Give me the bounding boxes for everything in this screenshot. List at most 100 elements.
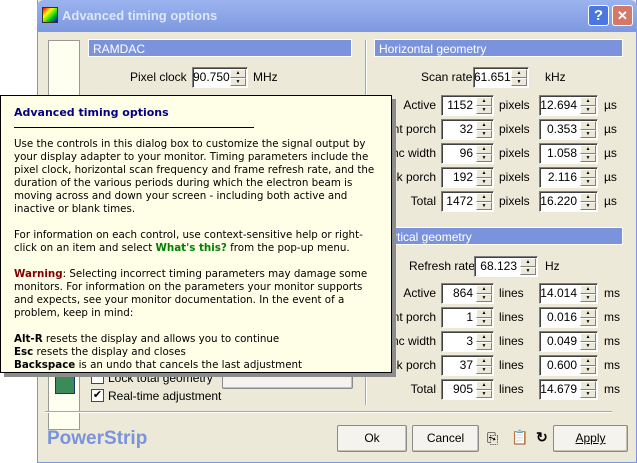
vertical-count-spinner[interactable]: ▲ ▼ <box>476 333 492 350</box>
vertical-count-spinner[interactable]: ▲ ▼ <box>476 309 492 326</box>
vertical-time-input[interactable]: 14.679 ▲ ▼ <box>539 379 598 400</box>
horizontal-time-spinner[interactable]: ▲ ▼ <box>580 145 596 162</box>
vertical-time-spinner[interactable]: ▲ ▼ <box>580 357 596 374</box>
horizontal-count-spinner[interactable]: ▲ ▼ <box>476 121 492 138</box>
tooltip-paragraph: For information on each control, use con… <box>14 229 363 254</box>
vertical-time-spinner[interactable]: ▲ ▼ <box>580 333 596 350</box>
vertical-count-unit: lines <box>499 286 524 300</box>
vertical-count-unit: lines <box>499 358 524 372</box>
horizontal-count-unit: pixels <box>499 170 530 184</box>
scan-rate-input[interactable]: 61.651 ▲ ▼ <box>473 67 529 88</box>
apply-button[interactable]: Apply <box>553 425 628 452</box>
horizontal-count-unit: pixels <box>499 146 530 160</box>
horizontal-count-spinner[interactable]: ▲ ▼ <box>476 145 492 162</box>
lock-total-geometry-label: Lock total geometry <box>108 371 213 385</box>
horizontal-count-input[interactable]: 1472 ▲ ▼ <box>441 191 494 212</box>
app-icon <box>42 7 58 23</box>
horizontal-time-input[interactable]: 12.694 ▲ ▼ <box>539 95 598 116</box>
horizontal-geometry-header: Horizontal geometry <box>374 39 623 57</box>
refresh-rate-unit: Hz <box>545 259 560 273</box>
refresh-rate-input[interactable]: 68.123 ▲ ▼ <box>474 256 538 277</box>
close-button[interactable]: ✕ <box>612 5 633 26</box>
horizontal-count-unit: pixels <box>499 194 530 208</box>
horizontal-count-input[interactable]: 32 ▲ ▼ <box>441 119 494 140</box>
whats-this-link: What's this? <box>155 242 227 254</box>
pixel-clock-input[interactable]: 90.750 ▲ ▼ <box>192 67 248 88</box>
vertical-time-unit: ms <box>604 358 620 372</box>
vertical-count-spinner[interactable]: ▲ ▼ <box>476 381 492 398</box>
pixel-clock-spinner[interactable]: ▲ ▼ <box>230 69 246 86</box>
vertical-time-spinner[interactable]: ▲ ▼ <box>580 309 596 326</box>
undo-icon[interactable]: ↻ <box>536 429 548 446</box>
pixel-clock-label: Pixel clock <box>130 70 187 84</box>
pixel-clock-unit: MHz <box>253 70 278 84</box>
tooltip-rule <box>14 127 254 128</box>
copy-icon[interactable]: ⎘ <box>487 430 498 447</box>
horizontal-count-input[interactable]: 96 ▲ ▼ <box>441 143 494 164</box>
vertical-time-unit: ms <box>604 310 620 324</box>
divider-horizontal <box>45 411 612 413</box>
tooltip-paragraph: Use the controls in this dialog box to c… <box>14 138 375 215</box>
horizontal-time-spinner[interactable]: ▲ ▼ <box>580 193 596 210</box>
vertical-time-unit: ms <box>604 382 620 396</box>
horizontal-count-input[interactable]: 1152 ▲ ▼ <box>441 95 494 116</box>
horizontal-time-unit: µs <box>604 170 617 184</box>
vertical-time-unit: ms <box>604 286 620 300</box>
scan-rate-unit: kHz <box>545 70 566 84</box>
vertical-count-unit: lines <box>499 382 524 396</box>
vertical-count-input[interactable]: 3 ▲ ▼ <box>441 331 494 352</box>
window-title: Advanced timing options <box>62 8 218 23</box>
horizontal-count-spinner[interactable]: ▲ ▼ <box>476 169 492 186</box>
vertical-time-input[interactable]: 0.016 ▲ ▼ <box>539 307 598 328</box>
vertical-count-spinner[interactable]: ▲ ▼ <box>476 357 492 374</box>
ok-button[interactable]: Ok <box>337 425 407 452</box>
paste-icon[interactable]: 📋 <box>511 429 528 446</box>
horizontal-time-unit: µs <box>604 98 617 112</box>
horizontal-count-unit: pixels <box>499 122 530 136</box>
scan-rate-spinner[interactable]: ▲ ▼ <box>511 69 527 86</box>
vertical-time-input[interactable]: 0.600 ▲ ▼ <box>539 355 598 376</box>
cancel-button[interactable]: Cancel <box>412 425 479 452</box>
vertical-count-input[interactable]: 1 ▲ ▼ <box>441 307 494 328</box>
vertical-time-input[interactable]: 14.014 ▲ ▼ <box>539 283 598 304</box>
refresh-rate-label: Refresh rate <box>409 259 476 273</box>
ramdac-header: RAMDAC <box>88 39 352 57</box>
vertical-geometry-header: Vertical geometry <box>374 227 623 245</box>
horizontal-count-spinner[interactable]: ▲ ▼ <box>476 193 492 210</box>
horizontal-count-spinner[interactable]: ▲ ▼ <box>476 97 492 114</box>
realtime-adjustment-label: Real-time adjustment <box>108 389 222 403</box>
tooltip-key-esc: Esc resets the display and closes <box>14 346 186 358</box>
horizontal-time-input[interactable]: 0.353 ▲ ▼ <box>539 119 598 140</box>
help-tooltip: Advanced timing options Use the controls… <box>0 95 392 373</box>
refresh-rate-spinner[interactable]: ▲ ▼ <box>520 258 536 275</box>
horizontal-count-input[interactable]: 192 ▲ ▼ <box>441 167 494 188</box>
horizontal-time-input[interactable]: 1.058 ▲ ▼ <box>539 143 598 164</box>
vertical-count-spinner[interactable]: ▲ ▼ <box>476 285 492 302</box>
horizontal-time-spinner[interactable]: ▲ ▼ <box>580 121 596 138</box>
vertical-count-unit: lines <box>499 310 524 324</box>
scan-rate-label: Scan rate <box>421 70 473 84</box>
help-button[interactable]: ? <box>588 5 609 26</box>
vertical-count-input[interactable]: 37 ▲ ▼ <box>441 355 494 376</box>
tooltip-warning: Warning: Selecting incorrect timing para… <box>14 268 368 319</box>
horizontal-time-unit: µs <box>604 146 617 160</box>
horizontal-time-spinner[interactable]: ▲ ▼ <box>580 97 596 114</box>
vertical-time-input[interactable]: 0.049 ▲ ▼ <box>539 331 598 352</box>
vertical-count-unit: lines <box>499 334 524 348</box>
vertical-time-spinner[interactable]: ▲ ▼ <box>580 285 596 302</box>
horizontal-time-input[interactable]: 16.220 ▲ ▼ <box>539 191 598 212</box>
horizontal-time-unit: µs <box>604 122 617 136</box>
tooltip-key-backspace: Backspace is an undo that cancels the la… <box>14 359 303 371</box>
horizontal-time-input[interactable]: 2.116 ▲ ▼ <box>539 167 598 188</box>
realtime-adjustment-checkbox[interactable]: ✔ <box>91 389 104 402</box>
horizontal-time-spinner[interactable]: ▲ ▼ <box>580 169 596 186</box>
vertical-row-label: Total <box>410 382 436 396</box>
tooltip-title: Advanced timing options <box>14 106 169 119</box>
vertical-time-spinner[interactable]: ▲ ▼ <box>580 381 596 398</box>
vertical-count-input[interactable]: 864 ▲ ▼ <box>441 283 494 304</box>
powerstrip-logo: PowerStrip <box>47 428 148 449</box>
tooltip-key-altr: Alt-R resets the display and allows you … <box>14 333 280 345</box>
video-card-icon <box>55 376 75 394</box>
vertical-time-unit: ms <box>604 334 620 348</box>
vertical-count-input[interactable]: 905 ▲ ▼ <box>441 379 494 400</box>
